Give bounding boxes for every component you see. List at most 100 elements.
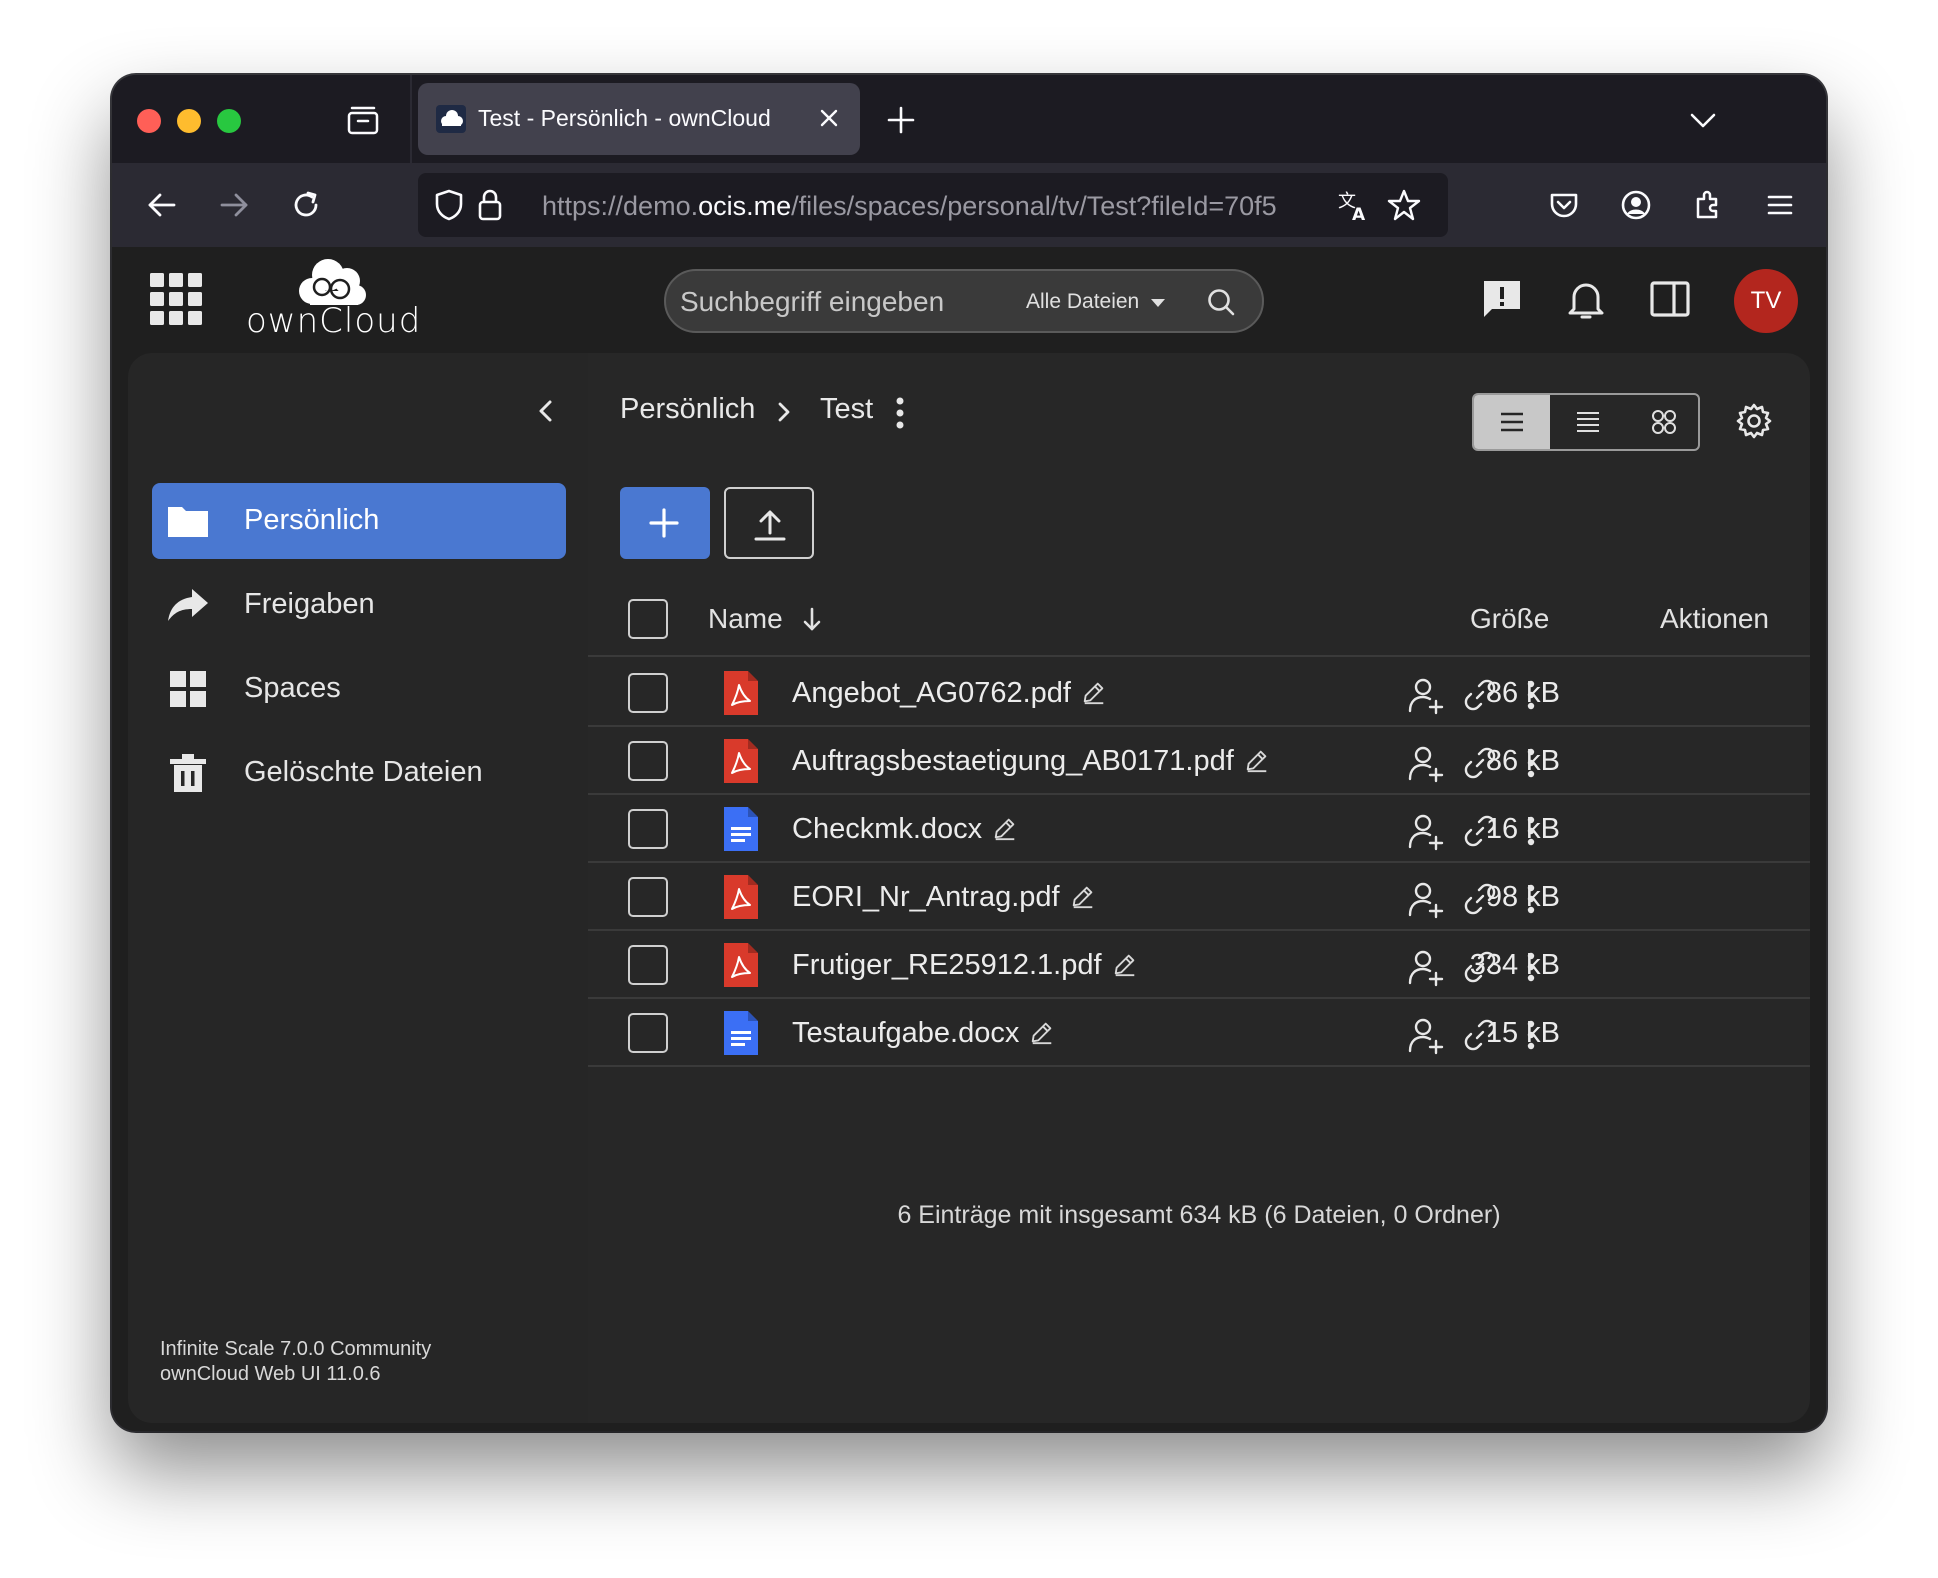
avatar[interactable]: TV bbox=[1734, 269, 1798, 333]
rename-pencil-icon[interactable] bbox=[1244, 747, 1270, 773]
column-header-name[interactable]: Name bbox=[708, 603, 783, 635]
url-bar[interactable]: https://demo.ocis.me/files/spaces/person… bbox=[418, 173, 1448, 237]
sidebar-toggle-icon[interactable] bbox=[1648, 277, 1692, 321]
table-row[interactable]: Angebot_AG0762.pdf 86 kB bbox=[588, 659, 1810, 727]
row-checkbox[interactable] bbox=[628, 877, 668, 917]
link-icon[interactable] bbox=[1460, 947, 1500, 987]
view-mode-condensed-button[interactable] bbox=[1550, 395, 1626, 449]
star-icon[interactable] bbox=[1386, 187, 1422, 223]
select-all-checkbox[interactable] bbox=[628, 599, 668, 639]
svg-text:A: A bbox=[1352, 205, 1366, 223]
extensions-icon[interactable] bbox=[1688, 185, 1728, 225]
search-input[interactable] bbox=[680, 285, 1010, 319]
chevron-down-icon[interactable] bbox=[1688, 105, 1718, 135]
translate-icon[interactable]: 文 A bbox=[1336, 187, 1372, 223]
row-checkbox[interactable] bbox=[628, 673, 668, 713]
search-scope-select[interactable]: Alle Dateien bbox=[1026, 290, 1139, 314]
share-with-people-icon[interactable] bbox=[1406, 879, 1446, 919]
rename-pencil-icon[interactable] bbox=[1029, 1019, 1055, 1045]
url-text[interactable]: https://demo.ocis.me/files/spaces/person… bbox=[542, 191, 1332, 222]
bell-icon[interactable] bbox=[1564, 277, 1608, 321]
minimize-window-button[interactable] bbox=[177, 109, 201, 133]
more-vertical-icon[interactable] bbox=[1514, 743, 1548, 783]
link-icon[interactable] bbox=[1460, 743, 1500, 783]
browser-window: Test - Persönlich - ownCloud https://dem… bbox=[112, 75, 1826, 1431]
chevron-left-icon[interactable] bbox=[532, 397, 560, 425]
rename-pencil-icon[interactable] bbox=[1112, 951, 1138, 977]
link-icon[interactable] bbox=[1460, 879, 1500, 919]
close-window-button[interactable] bbox=[137, 109, 161, 133]
more-vertical-icon[interactable] bbox=[1514, 1015, 1548, 1055]
table-row[interactable]: EORI_Nr_Antrag.pdf 98 kB bbox=[588, 863, 1810, 931]
search-bar[interactable]: Alle Dateien bbox=[664, 269, 1264, 333]
new-tab-icon[interactable] bbox=[886, 105, 916, 135]
share-with-people-icon[interactable] bbox=[1406, 675, 1446, 715]
menu-icon[interactable] bbox=[1760, 185, 1800, 225]
tab-manager-icon[interactable] bbox=[344, 101, 382, 139]
more-vertical-icon[interactable] bbox=[1514, 811, 1548, 851]
upload-button[interactable] bbox=[724, 487, 814, 559]
table-row[interactable]: Frutiger_RE25912.1.pdf 334 kB bbox=[588, 931, 1810, 999]
arrow-down-icon[interactable] bbox=[800, 605, 824, 633]
row-checkbox[interactable] bbox=[628, 945, 668, 985]
table-row[interactable]: Testaufgabe.docx 15 kB bbox=[588, 999, 1810, 1067]
app-switcher-icon[interactable] bbox=[150, 273, 202, 325]
row-checkbox[interactable] bbox=[628, 809, 668, 849]
file-name[interactable]: Checkmk.docx bbox=[792, 813, 982, 846]
folder-icon bbox=[168, 507, 208, 537]
share-with-people-icon[interactable] bbox=[1406, 811, 1446, 851]
more-vertical-icon[interactable] bbox=[1514, 947, 1548, 987]
link-icon[interactable] bbox=[1460, 811, 1500, 851]
tab-title: Test - Persönlich - ownCloud bbox=[478, 105, 771, 131]
sidebar: Persönlich Freigaben Spaces Gelöschte Da… bbox=[128, 353, 588, 1423]
file-name[interactable]: Auftragsbestaetigung_AB0171.pdf bbox=[792, 745, 1234, 778]
sidebar-item-freigaben[interactable]: Freigaben bbox=[152, 567, 566, 643]
rename-pencil-icon[interactable] bbox=[992, 815, 1018, 841]
shield-icon[interactable] bbox=[432, 187, 466, 223]
view-mode-tiles-button[interactable] bbox=[1626, 395, 1698, 449]
column-header-size[interactable]: Größe bbox=[1470, 603, 1549, 635]
share-with-people-icon[interactable] bbox=[1406, 947, 1446, 987]
link-icon[interactable] bbox=[1460, 1015, 1500, 1055]
back-icon[interactable] bbox=[142, 185, 182, 225]
file-name[interactable]: EORI_Nr_Antrag.pdf bbox=[792, 881, 1060, 914]
rename-pencil-icon[interactable] bbox=[1070, 883, 1096, 909]
row-checkbox[interactable] bbox=[628, 741, 668, 781]
sidebar-item-persoenlich[interactable]: Persönlich bbox=[152, 483, 566, 559]
sidebar-item-geloeschte-dateien[interactable]: Gelöschte Dateien bbox=[152, 735, 566, 811]
maximize-window-button[interactable] bbox=[217, 109, 241, 133]
share-with-people-icon[interactable] bbox=[1406, 743, 1446, 783]
search-icon[interactable] bbox=[1206, 287, 1236, 317]
caret-down-icon[interactable] bbox=[1150, 297, 1166, 309]
tab-active[interactable]: Test - Persönlich - ownCloud bbox=[418, 83, 860, 155]
file-name[interactable]: Frutiger_RE25912.1.pdf bbox=[792, 949, 1102, 982]
share-with-people-icon[interactable] bbox=[1406, 1015, 1446, 1055]
row-checkbox[interactable] bbox=[628, 1013, 668, 1053]
pdf-file-icon bbox=[722, 873, 760, 921]
new-file-button[interactable] bbox=[620, 487, 710, 559]
breadcrumb-root[interactable]: Persönlich bbox=[620, 393, 755, 426]
gear-icon[interactable] bbox=[1734, 401, 1774, 441]
rename-pencil-icon[interactable] bbox=[1081, 679, 1107, 705]
file-name[interactable]: Angebot_AG0762.pdf bbox=[792, 677, 1071, 710]
more-vertical-icon[interactable] bbox=[894, 393, 906, 433]
more-vertical-icon[interactable] bbox=[1514, 879, 1548, 919]
reload-icon[interactable] bbox=[286, 185, 326, 225]
account-icon[interactable] bbox=[1616, 185, 1656, 225]
owncloud-logo[interactable]: ownCloud bbox=[246, 257, 420, 341]
close-tab-icon[interactable] bbox=[816, 105, 842, 131]
view-mode-default-button[interactable] bbox=[1474, 395, 1550, 449]
sidebar-item-spaces[interactable]: Spaces bbox=[152, 651, 566, 727]
sidebar-item-label: Persönlich bbox=[244, 504, 380, 536]
table-row[interactable]: Auftragsbestaetigung_AB0171.pdf 86 kB bbox=[588, 727, 1810, 795]
more-vertical-icon[interactable] bbox=[1514, 675, 1548, 715]
owncloud-favicon-icon bbox=[436, 105, 466, 133]
feedback-icon[interactable] bbox=[1480, 277, 1524, 321]
file-name[interactable]: Testaufgabe.docx bbox=[792, 1017, 1019, 1050]
table-row[interactable]: Checkmk.docx 16 kB bbox=[588, 795, 1810, 863]
lock-icon[interactable] bbox=[476, 187, 504, 223]
forward-icon[interactable] bbox=[214, 185, 254, 225]
spaces-grid-icon bbox=[170, 671, 206, 707]
link-icon[interactable] bbox=[1460, 675, 1500, 715]
pocket-icon[interactable] bbox=[1544, 185, 1584, 225]
